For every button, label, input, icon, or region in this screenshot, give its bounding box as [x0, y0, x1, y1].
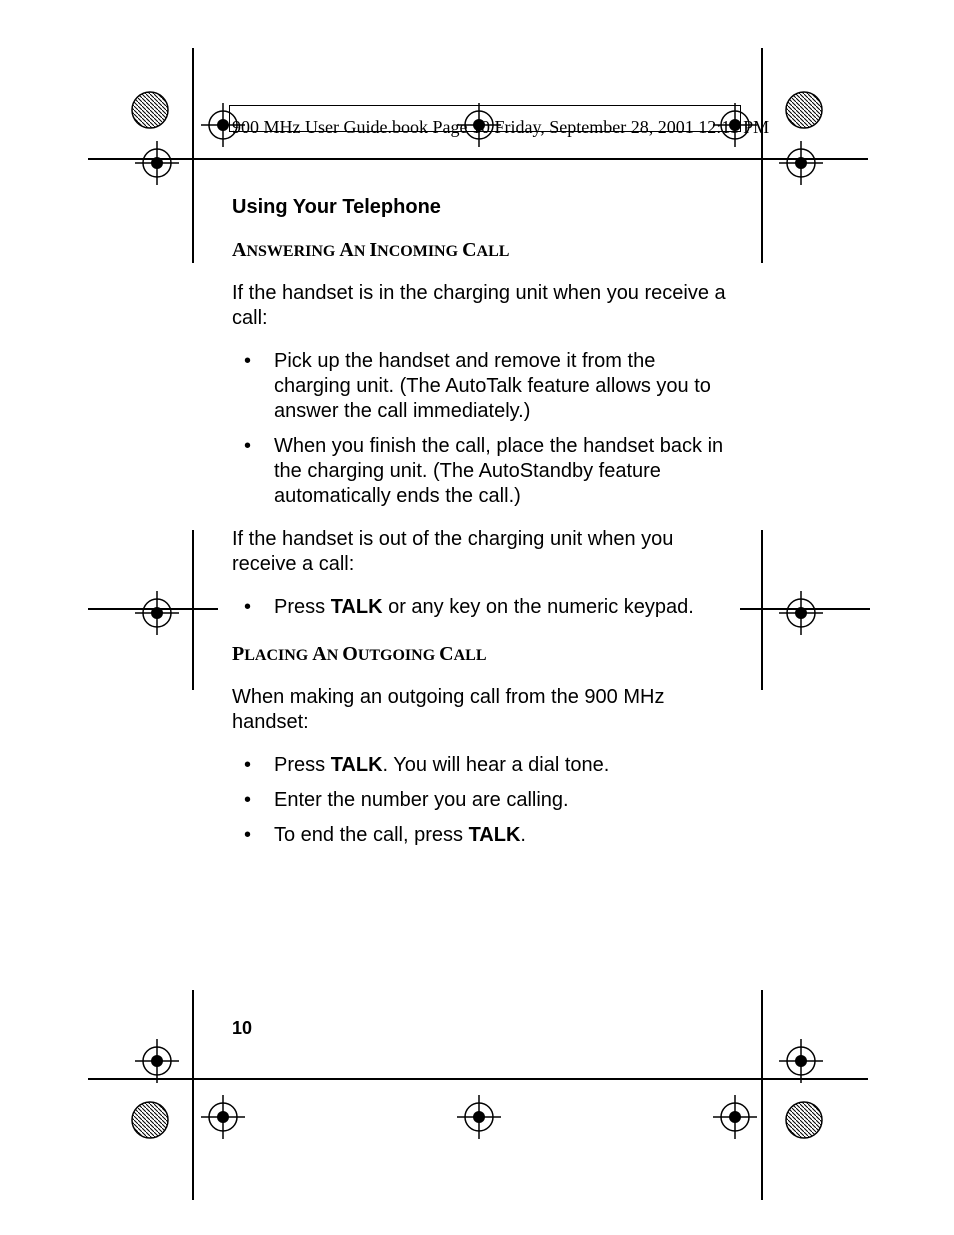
crop-line [88, 1078, 868, 1080]
crosshair-icon [132, 138, 182, 188]
paragraph: If the handset is in the charging unit w… [232, 281, 732, 331]
crop-line [192, 530, 194, 690]
list-item: Press TALK. You will hear a dial tone. [232, 753, 732, 778]
bullet-list: Press TALK or any key on the numeric key… [232, 595, 732, 620]
registration-mark-icon [784, 1100, 824, 1140]
crop-line [192, 990, 194, 1200]
heading-answering: ANSWERING AN INCOMING CALL [232, 238, 732, 263]
content-area: Using Your Telephone ANSWERING AN INCOMI… [232, 195, 732, 858]
crosshair-icon [198, 1092, 248, 1142]
page: 900 MHz User Guide.book Page 10 Friday, … [0, 0, 954, 1235]
crop-line [192, 48, 194, 263]
crop-line [761, 990, 763, 1200]
crosshair-icon [776, 138, 826, 188]
crosshair-icon [132, 1036, 182, 1086]
crosshair-icon [776, 1036, 826, 1086]
list-item: Press TALK or any key on the numeric key… [232, 595, 732, 620]
crosshair-icon [198, 100, 248, 150]
heading-placing: PLACING AN OUTGOING CALL [232, 642, 732, 667]
list-item: When you finish the call, place the hand… [232, 434, 732, 509]
list-item: Pick up the handset and remove it from t… [232, 349, 732, 424]
crop-line [88, 158, 868, 160]
registration-mark-icon [130, 90, 170, 130]
page-number: 10 [232, 1018, 252, 1039]
crosshair-icon [132, 588, 182, 638]
registration-mark-icon [784, 90, 824, 130]
bullet-list: Press TALK. You will hear a dial tone. E… [232, 753, 732, 848]
registration-mark-icon [130, 1100, 170, 1140]
crop-line [761, 530, 763, 690]
crosshair-icon [454, 1092, 504, 1142]
section-title: Using Your Telephone [232, 195, 732, 220]
crosshair-icon [454, 100, 504, 150]
crosshair-icon [710, 100, 760, 150]
crosshair-icon [710, 1092, 760, 1142]
paragraph: If the handset is out of the charging un… [232, 527, 732, 577]
paragraph: When making an outgoing call from the 90… [232, 685, 732, 735]
list-item: To end the call, press TALK. [232, 823, 732, 848]
crosshair-icon [776, 588, 826, 638]
crop-line [761, 48, 763, 263]
bullet-list: Pick up the handset and remove it from t… [232, 349, 732, 509]
list-item: Enter the number you are calling. [232, 788, 732, 813]
